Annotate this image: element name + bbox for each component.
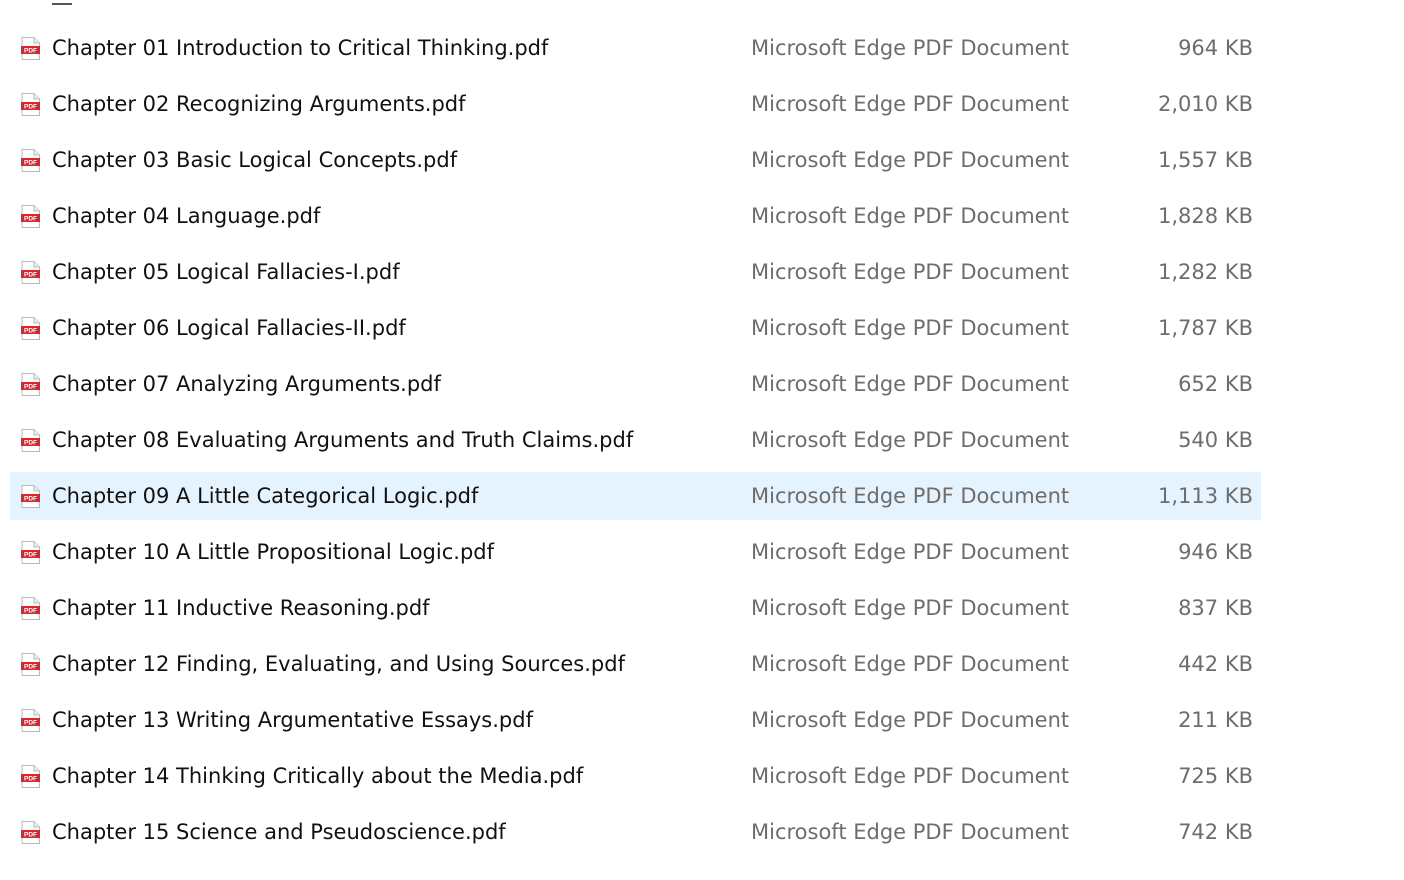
file-type: Microsoft Edge PDF Document <box>751 540 1070 564</box>
file-type: Microsoft Edge PDF Document <box>751 596 1070 620</box>
file-name[interactable]: Chapter 14 Thinking Critically about the… <box>52 763 583 789</box>
file-type: Microsoft Edge PDF Document <box>751 484 1070 508</box>
file-size: 1,282 KB <box>1158 260 1253 284</box>
pdf-file-icon: PDF <box>21 821 40 844</box>
file-name[interactable]: Chapter 08 Evaluating Arguments and Trut… <box>52 427 633 453</box>
pdf-badge-text: PDF <box>24 552 37 559</box>
pdf-badge-text: PDF <box>24 272 37 279</box>
file-size: 211 KB <box>1178 708 1253 732</box>
file-size: 1,828 KB <box>1158 204 1253 228</box>
file-type: Microsoft Edge PDF Document <box>751 260 1070 284</box>
file-name[interactable]: Chapter 01 Introduction to Critical Thin… <box>52 35 548 61</box>
file-type: Microsoft Edge PDF Document <box>751 820 1070 844</box>
file-list: PDF Chapter 01 Introduction to Critical … <box>0 0 1404 880</box>
file-row[interactable]: PDF Chapter 14 Thinking Critically about… <box>10 752 1261 800</box>
pdf-file-icon: PDF <box>21 373 40 396</box>
file-size: 442 KB <box>1178 652 1253 676</box>
file-type: Microsoft Edge PDF Document <box>751 316 1070 340</box>
file-name[interactable]: Chapter 11 Inductive Reasoning.pdf <box>52 595 430 621</box>
file-size: 1,113 KB <box>1158 484 1253 508</box>
file-row[interactable]: PDF Chapter 15 Science and Pseudoscience… <box>10 808 1261 856</box>
pdf-badge-text: PDF <box>24 216 37 223</box>
pdf-file-icon: PDF <box>21 597 40 620</box>
file-row[interactable]: PDF Chapter 12 Finding, Evaluating, and … <box>10 640 1261 688</box>
pdf-file-icon: PDF <box>21 205 40 228</box>
column-header-fragment <box>748 0 818 3</box>
file-row[interactable]: PDF Chapter 07 Analyzing Arguments.pdf M… <box>10 360 1261 408</box>
file-row[interactable]: PDF Chapter 04 Language.pdf Microsoft Ed… <box>10 192 1261 240</box>
pdf-file-icon: PDF <box>21 541 40 564</box>
pdf-badge-text: PDF <box>24 440 37 447</box>
pdf-file-icon: PDF <box>21 261 40 284</box>
file-row[interactable]: PDF Chapter 11 Inductive Reasoning.pdf M… <box>10 584 1261 632</box>
file-type: Microsoft Edge PDF Document <box>751 764 1070 788</box>
file-row[interactable]: PDF Chapter 05 Logical Fallacies-I.pdf M… <box>10 248 1261 296</box>
file-name[interactable]: Chapter 03 Basic Logical Concepts.pdf <box>52 147 457 173</box>
file-name[interactable]: Chapter 13 Writing Argumentative Essays.… <box>52 707 533 733</box>
file-name[interactable]: Chapter 06 Logical Fallacies-II.pdf <box>52 315 406 341</box>
file-size: 1,557 KB <box>1158 148 1253 172</box>
file-size: 2,010 KB <box>1158 92 1253 116</box>
column-header-fragment <box>52 0 72 5</box>
file-size: 725 KB <box>1178 764 1253 788</box>
file-row[interactable]: PDF Chapter 09 A Little Categorical Logi… <box>10 472 1261 520</box>
pdf-badge-text: PDF <box>24 328 37 335</box>
pdf-file-icon: PDF <box>21 765 40 788</box>
file-name[interactable]: Chapter 15 Science and Pseudoscience.pdf <box>52 819 506 845</box>
file-name[interactable]: Chapter 09 A Little Categorical Logic.pd… <box>52 483 478 509</box>
file-type: Microsoft Edge PDF Document <box>751 148 1070 172</box>
pdf-badge-text: PDF <box>24 608 37 615</box>
file-size: 946 KB <box>1178 540 1253 564</box>
pdf-file-icon: PDF <box>21 653 40 676</box>
pdf-file-icon: PDF <box>21 429 40 452</box>
file-size: 1,787 KB <box>1158 316 1253 340</box>
file-type: Microsoft Edge PDF Document <box>751 36 1070 60</box>
file-name[interactable]: Chapter 04 Language.pdf <box>52 203 320 229</box>
file-name[interactable]: Chapter 07 Analyzing Arguments.pdf <box>52 371 441 397</box>
pdf-badge-text: PDF <box>24 48 37 55</box>
file-type: Microsoft Edge PDF Document <box>751 428 1070 452</box>
file-row[interactable]: PDF Chapter 06 Logical Fallacies-II.pdf … <box>10 304 1261 352</box>
pdf-badge-text: PDF <box>24 384 37 391</box>
file-size: 837 KB <box>1178 596 1253 620</box>
pdf-badge-text: PDF <box>24 160 37 167</box>
file-name[interactable]: Chapter 10 A Little Propositional Logic.… <box>52 539 494 565</box>
file-type: Microsoft Edge PDF Document <box>751 708 1070 732</box>
file-name[interactable]: Chapter 12 Finding, Evaluating, and Usin… <box>52 651 625 677</box>
file-type: Microsoft Edge PDF Document <box>751 204 1070 228</box>
pdf-badge-text: PDF <box>24 104 37 111</box>
file-type: Microsoft Edge PDF Document <box>751 652 1070 676</box>
pdf-badge-text: PDF <box>24 832 37 839</box>
file-type: Microsoft Edge PDF Document <box>751 92 1070 116</box>
pdf-badge-text: PDF <box>24 720 37 727</box>
file-name[interactable]: Chapter 02 Recognizing Arguments.pdf <box>52 91 466 117</box>
file-size: 540 KB <box>1178 428 1253 452</box>
file-size: 652 KB <box>1178 372 1253 396</box>
pdf-badge-text: PDF <box>24 776 37 783</box>
file-row[interactable]: PDF Chapter 02 Recognizing Arguments.pdf… <box>10 80 1261 128</box>
pdf-file-icon: PDF <box>21 317 40 340</box>
pdf-file-icon: PDF <box>21 485 40 508</box>
file-size: 964 KB <box>1178 36 1253 60</box>
pdf-file-icon: PDF <box>21 149 40 172</box>
file-row[interactable]: PDF Chapter 01 Introduction to Critical … <box>10 24 1261 72</box>
file-type: Microsoft Edge PDF Document <box>751 372 1070 396</box>
file-row[interactable]: PDF Chapter 10 A Little Propositional Lo… <box>10 528 1261 576</box>
pdf-file-icon: PDF <box>21 709 40 732</box>
file-row[interactable]: PDF Chapter 03 Basic Logical Concepts.pd… <box>10 136 1261 184</box>
pdf-file-icon: PDF <box>21 37 40 60</box>
file-size: 742 KB <box>1178 820 1253 844</box>
pdf-file-icon: PDF <box>21 93 40 116</box>
pdf-badge-text: PDF <box>24 496 37 503</box>
file-name[interactable]: Chapter 05 Logical Fallacies-I.pdf <box>52 259 400 285</box>
file-row[interactable]: PDF Chapter 08 Evaluating Arguments and … <box>10 416 1261 464</box>
file-row[interactable]: PDF Chapter 13 Writing Argumentative Ess… <box>10 696 1261 744</box>
pdf-badge-text: PDF <box>24 664 37 671</box>
